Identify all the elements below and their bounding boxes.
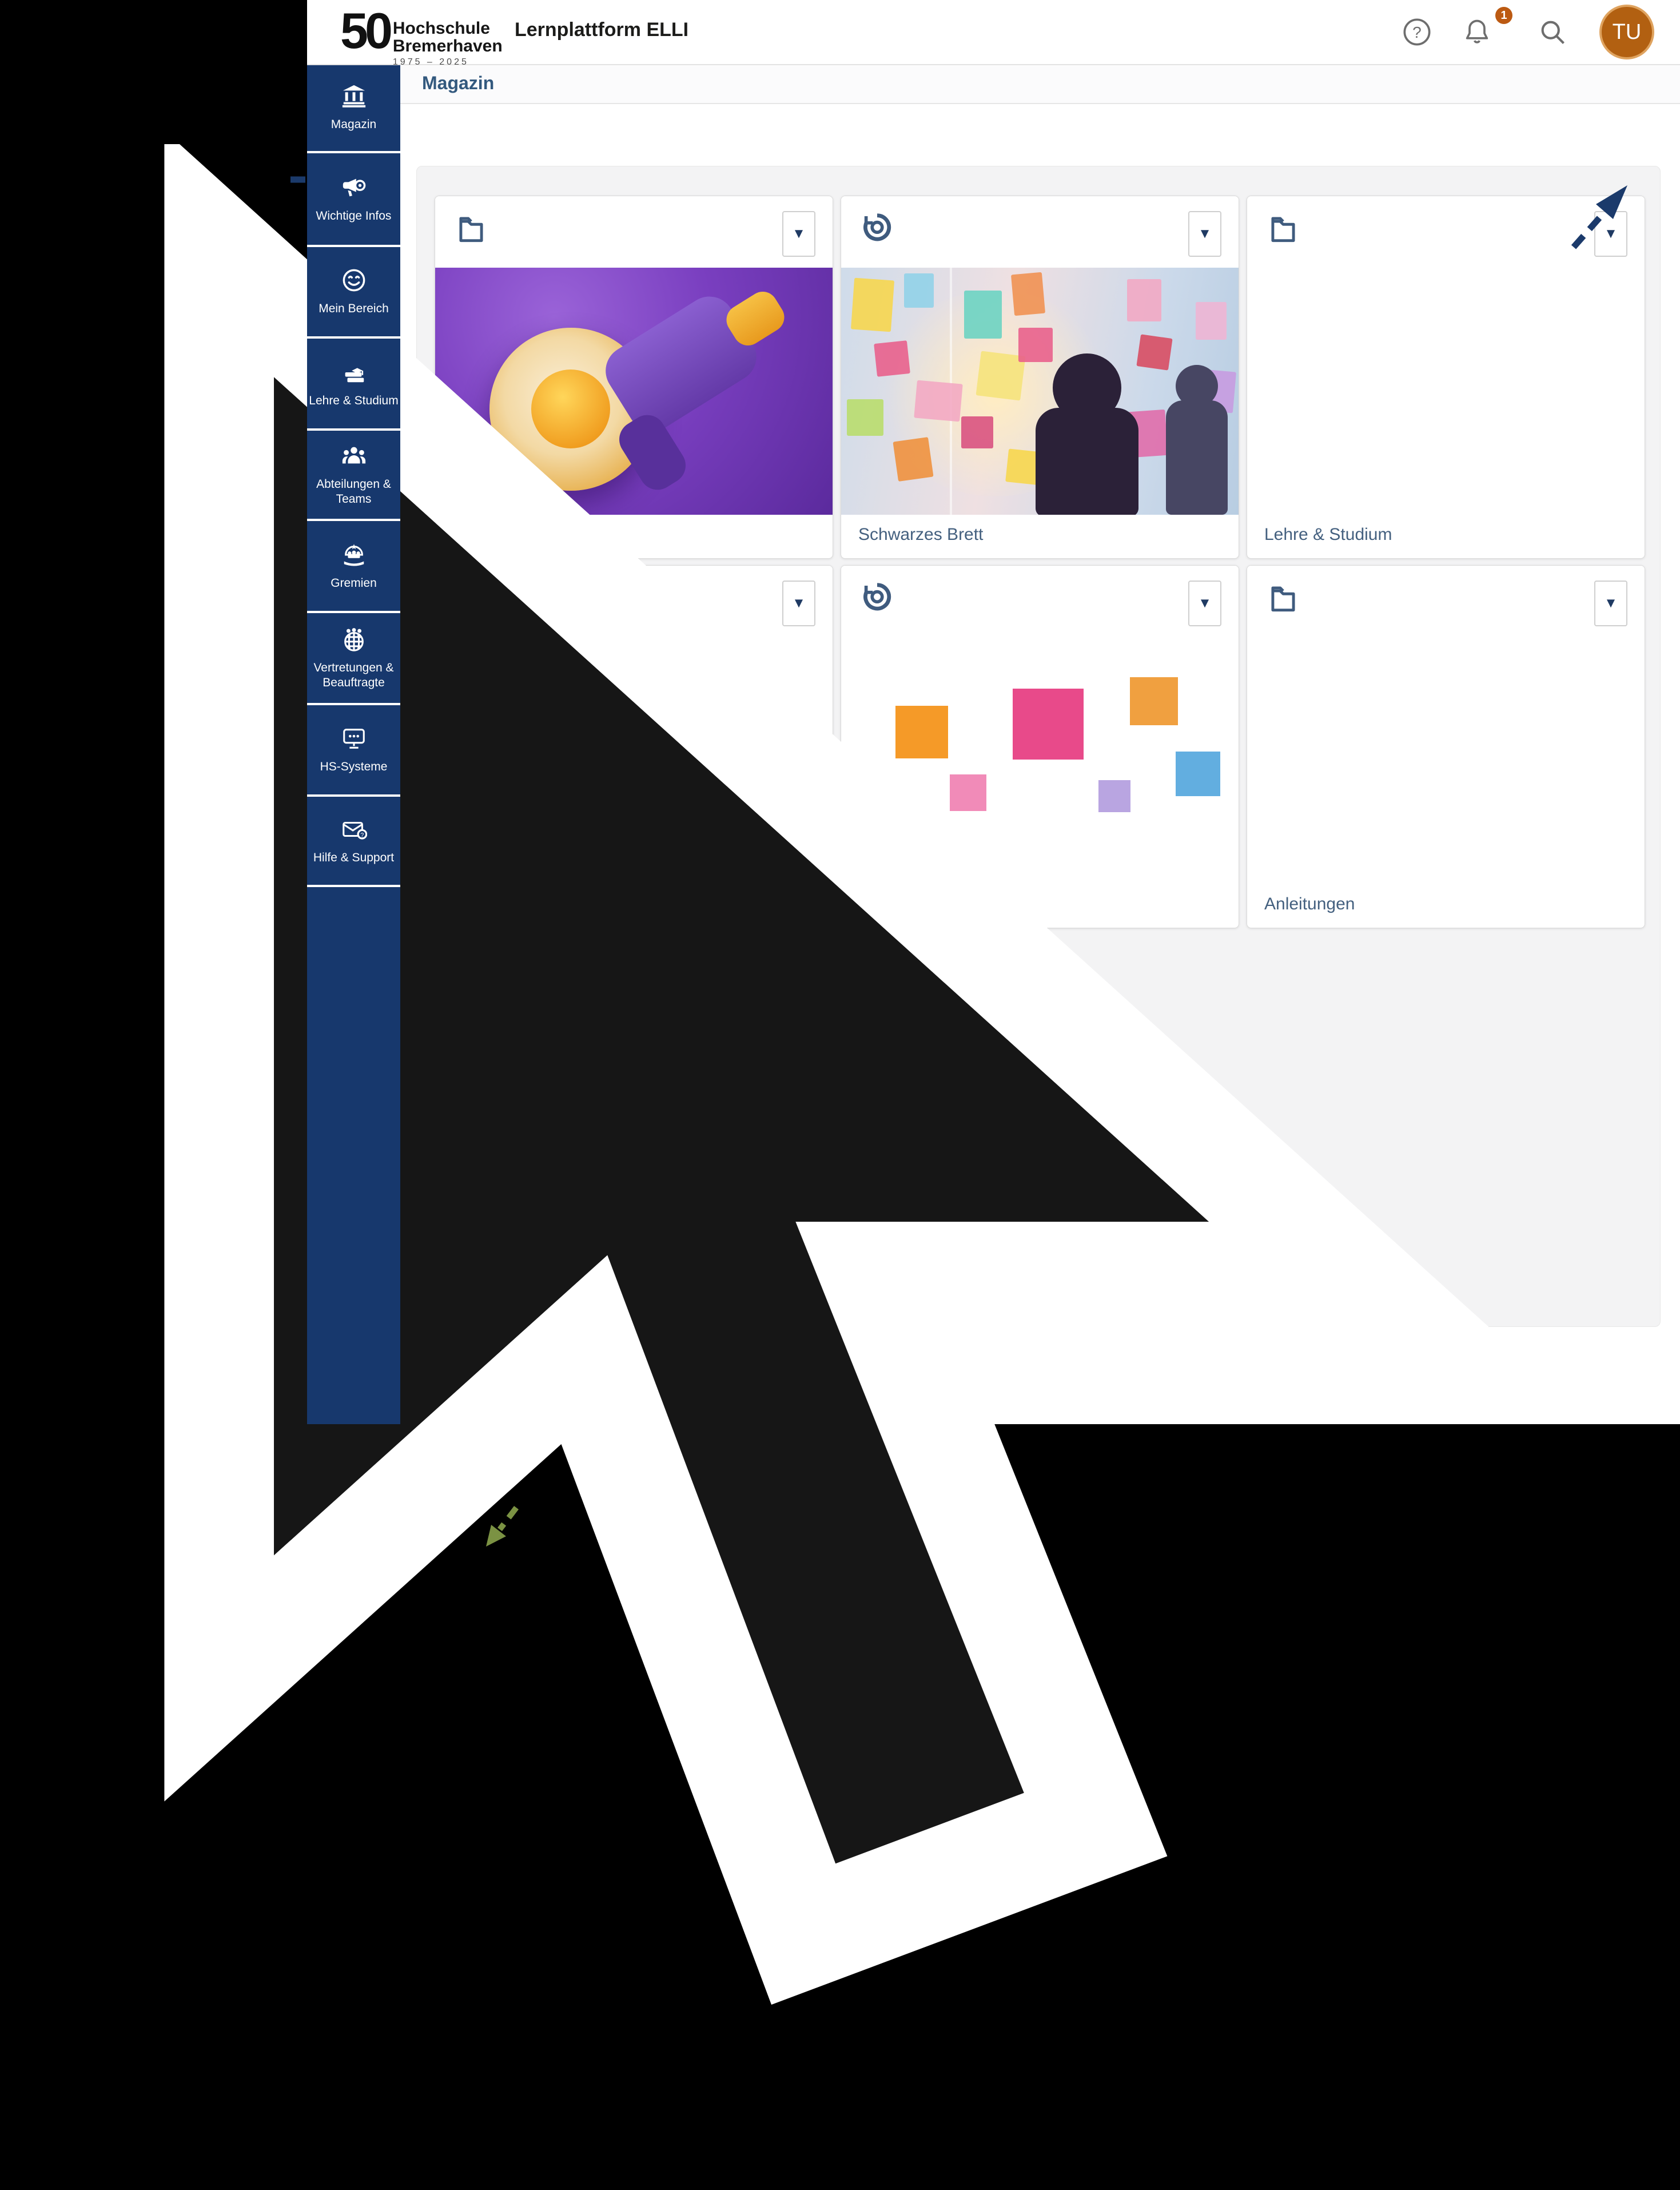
monitor-icon: [341, 725, 367, 754]
logo-line2: Bremerhaven: [393, 37, 503, 55]
sidebar-item-abteilungen-teams[interactable]: Abteilungen & Teams: [307, 431, 400, 521]
sidebar-item-lehre-studium[interactable]: Lehre & Studium: [307, 339, 400, 431]
sidebar-item-label: Mein Bereich: [319, 301, 389, 316]
sidebar-item-label: Vertretungen & Beauftragte: [313, 661, 393, 690]
sidebar-item-hs-systeme[interactable]: HS-Systeme: [307, 705, 400, 797]
breadcrumb[interactable]: Magazin: [422, 64, 494, 102]
search-icon[interactable]: [1538, 17, 1567, 47]
footer-separator: ·: [285, 0, 288, 10]
university-logo[interactable]: 50 Hochschule Bremerhaven 1975 – 2025: [340, 5, 503, 67]
sidebar-item-label: Wichtige Infos: [316, 209, 392, 224]
help-icon[interactable]: ?: [1402, 17, 1432, 47]
logo-years: 1975 – 2025: [393, 57, 503, 67]
page-title: Lernplattform ELLI: [515, 0, 688, 59]
mouse-cursor: [0, 144, 1680, 2190]
bell-icon[interactable]: [1462, 17, 1492, 47]
sidebar-item-label: Hilfe & Support: [313, 850, 394, 865]
sidebar-item-label: Lehre & Studium: [309, 394, 398, 408]
sidebar-item-label: Gremien: [331, 576, 377, 591]
sidebar-item-magazin[interactable]: Magazin: [307, 64, 400, 153]
footer-powered-by: powered by ILIAS (v9.8 2025-04-01): [136, 0, 283, 10]
logo-50: 50: [340, 5, 389, 57]
sidebar-item-label: Abteilungen & Teams: [316, 477, 391, 507]
svg-text:?: ?: [1412, 23, 1422, 41]
svg-text:?: ?: [360, 832, 364, 838]
sidebar-item-vertretungen[interactable]: Vertretungen & Beauftragte: [307, 613, 400, 705]
committee-icon: [341, 542, 367, 571]
avatar[interactable]: TU: [1599, 5, 1654, 59]
notification-badge: 1: [1495, 7, 1512, 24]
sidebar-item-label: HS-Systeme: [320, 760, 388, 774]
footer-link-clipboard[interactable]: Link in Zwischenablage kopieren: [0, 0, 133, 10]
breadcrumb-bar: [400, 64, 1680, 104]
sidebar-item-gremien[interactable]: Gremien: [307, 521, 400, 613]
logo-line1: Hochschule: [393, 19, 503, 37]
books-icon: [341, 359, 367, 388]
sidebar-item-hilfe-support[interactable]: ? Hilfe & Support: [307, 797, 400, 887]
globe-people-icon: [341, 626, 367, 655]
people-icon: [341, 443, 367, 472]
sidebar-item-wichtige-infos[interactable]: Wichtige Infos: [307, 153, 400, 247]
sidebar-item-mein-bereich[interactable]: Mein Bereich: [307, 247, 400, 339]
header-bar: 50 Hochschule Bremerhaven 1975 – 2025 Le…: [307, 0, 1680, 65]
mail-question-icon: ?: [341, 816, 367, 845]
sidebar-item-label: Magazin: [331, 117, 376, 132]
megaphone-icon: [341, 174, 367, 204]
smiley-icon: [341, 267, 367, 296]
sidebar: Magazin Wichtige Infos Mein Bereich Lehr…: [307, 64, 400, 1424]
bank-icon: [341, 83, 367, 112]
